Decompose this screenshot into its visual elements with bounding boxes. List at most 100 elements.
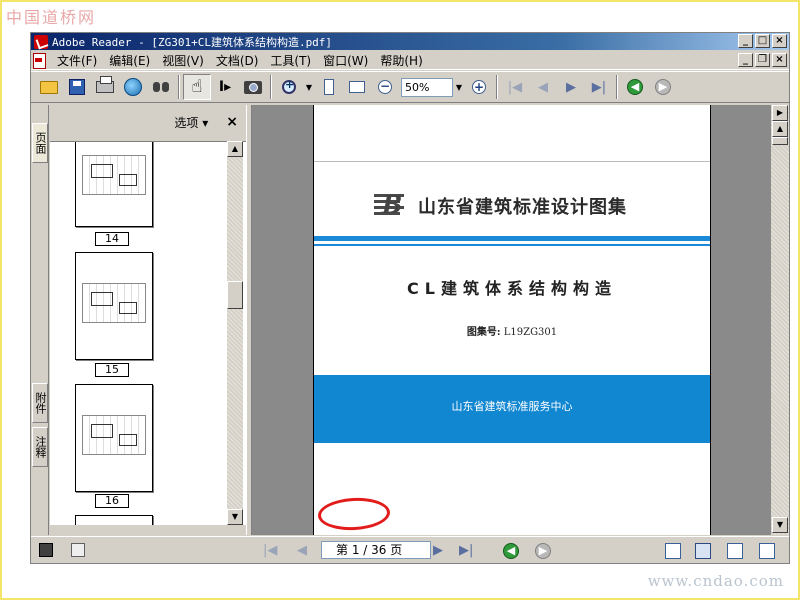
continuous-page-icon[interactable] — [695, 543, 711, 559]
adobe-reader-icon — [34, 34, 48, 49]
document-properties-icon[interactable] — [71, 543, 85, 557]
page-thumbnail[interactable] — [75, 252, 153, 360]
menu-help[interactable]: 帮助(H) — [374, 52, 428, 69]
zoom-in-tool-button[interactable] — [275, 74, 303, 100]
pages-panel: 选项 ▾ × 14 15 16 ▲ ▼ — [50, 105, 246, 535]
zoom-out-button[interactable]: − — [371, 74, 399, 100]
status-bar: |◀ ◀ 第 1 / 36 页 ▶ ▶| ◀ ▶ — [31, 536, 789, 563]
tab-attachments[interactable]: 附件 — [32, 383, 48, 423]
first-page-button[interactable]: |◀ — [501, 74, 529, 100]
toolbar-separator — [616, 75, 618, 99]
doc-close-button[interactable]: × — [772, 53, 787, 67]
chevron-down-icon: ▾ — [202, 115, 209, 130]
atlas-number-line: 图集号: L19ZG301 — [314, 323, 710, 338]
email-button[interactable] — [119, 74, 147, 100]
minus-icon: − — [378, 79, 392, 94]
facing-pages-icon[interactable] — [759, 543, 775, 559]
floppy-disk-icon — [69, 79, 85, 95]
continuous-facing-icon[interactable] — [727, 543, 743, 559]
watermark-bottom: www.cndao.com — [647, 572, 784, 590]
chevron-down-icon[interactable]: ▼ — [303, 83, 315, 92]
scroll-thumb[interactable] — [772, 137, 788, 145]
hand-tool-button[interactable]: ☝ — [183, 74, 211, 100]
page-thumbnails-list: 14 15 16 — [50, 141, 246, 525]
print-button[interactable] — [91, 74, 119, 100]
chevron-down-icon[interactable]: ▼ — [453, 83, 465, 92]
close-window-button[interactable]: × — [772, 34, 787, 48]
toolbar: ☝ I▸ ▼ − 50% ▼ + |◀ ◀ ▶ ▶| ◀ ▶ — [31, 71, 789, 103]
tab-comments[interactable]: 注释 — [32, 427, 48, 467]
last-page-icon: ▶| — [591, 79, 607, 95]
fit-page-button[interactable] — [315, 74, 343, 100]
organization-name: 山东省建筑标准设计图集 — [418, 197, 627, 218]
menu-document[interactable]: 文档(D) — [210, 52, 265, 69]
find-button[interactable] — [147, 74, 175, 100]
open-button[interactable] — [35, 74, 63, 100]
adobe-reader-window: Adobe Reader - [ZG301+CL建筑体系结构构造.pdf] _ … — [30, 32, 790, 564]
scroll-right-arrow-button[interactable]: ▶ — [772, 105, 788, 121]
back-arrow-icon: ◀ — [627, 79, 643, 95]
blue-rule-thin — [314, 244, 710, 246]
binoculars-icon — [152, 80, 170, 94]
hand-icon: ☝ — [191, 76, 203, 97]
page-thumbnail-label: 15 — [95, 363, 129, 377]
forward-arrow-icon[interactable]: ▶ — [535, 543, 551, 559]
scroll-down-button[interactable]: ▼ — [227, 509, 243, 525]
menu-view[interactable]: 视图(V) — [156, 52, 210, 69]
page-thumbnail[interactable] — [75, 142, 153, 227]
fit-width-icon — [349, 81, 365, 93]
pages-panel-header: 选项 ▾ × — [50, 105, 246, 139]
document-scrollbar[interactable]: ▶ ▲ ▼ — [771, 105, 789, 535]
scroll-up-button[interactable]: ▲ — [227, 141, 243, 157]
folder-open-icon — [40, 80, 58, 94]
zoom-in-button[interactable]: + — [465, 74, 493, 100]
options-menu-button[interactable]: 选项 ▾ — [174, 114, 208, 131]
back-arrow-icon[interactable]: ◀ — [503, 543, 519, 559]
menu-edit[interactable]: 编辑(E) — [103, 52, 156, 69]
page-thumbnail-label: 16 — [95, 494, 129, 508]
previous-page-icon[interactable]: ◀ — [297, 543, 307, 558]
plus-icon: + — [472, 80, 486, 94]
menu-file[interactable]: 文件(F) — [51, 52, 103, 69]
tab-pages[interactable]: 页面 — [32, 123, 48, 163]
snapshot-button[interactable] — [239, 74, 267, 100]
go-forward-button[interactable]: ▶ — [649, 74, 677, 100]
page-thumbnail[interactable] — [75, 384, 153, 492]
magnifier-icon — [282, 78, 296, 94]
menu-window[interactable]: 窗口(W) — [317, 52, 374, 69]
document-view[interactable]: B 山东省建筑标准设计图集 CL建筑体系结构构造 图集号: L19ZG301 山… — [252, 105, 771, 535]
zoom-level-input[interactable]: 50% — [401, 77, 453, 97]
previous-page-button[interactable]: ◀ — [529, 74, 557, 100]
single-page-icon[interactable] — [665, 543, 681, 559]
scroll-down-button[interactable]: ▼ — [772, 517, 788, 533]
scroll-thumb[interactable] — [227, 281, 243, 309]
thumbnails-scrollbar[interactable]: ▲ ▼ — [227, 141, 243, 525]
maximize-button[interactable]: □ — [755, 34, 770, 48]
minimize-button[interactable]: _ — [738, 34, 753, 48]
globe-mail-icon — [124, 78, 142, 96]
page-thumbnail[interactable] — [75, 515, 153, 525]
fit-page-icon — [324, 79, 334, 95]
previous-page-icon: ◀ — [538, 79, 548, 95]
last-page-button[interactable]: ▶| — [585, 74, 613, 100]
next-page-button[interactable]: ▶ — [557, 74, 585, 100]
save-button[interactable] — [63, 74, 91, 100]
page-number-field[interactable]: 第 1 / 36 页 — [321, 541, 431, 559]
scroll-up-button[interactable]: ▲ — [772, 121, 788, 137]
go-back-button[interactable]: ◀ — [621, 74, 649, 100]
atlas-number: L19ZG301 — [503, 327, 558, 338]
options-label: 选项 — [174, 115, 199, 130]
camera-icon — [244, 80, 262, 94]
outer-frame: 中国道桥网 Adobe Reader - [ZG301+CL建筑体系结构构造.p… — [0, 0, 800, 600]
pdf-document-icon[interactable] — [31, 53, 47, 69]
page-icon[interactable] — [39, 543, 53, 557]
doc-restore-button[interactable]: ❐ — [755, 53, 770, 67]
close-panel-button[interactable]: × — [226, 114, 238, 130]
fit-width-button[interactable] — [343, 74, 371, 100]
menu-tools[interactable]: 工具(T) — [264, 52, 317, 69]
first-page-icon[interactable]: |◀ — [263, 543, 277, 558]
doc-minimize-button[interactable]: _ — [738, 53, 753, 67]
next-page-icon[interactable]: ▶ — [433, 543, 443, 558]
last-page-icon[interactable]: ▶| — [459, 543, 473, 558]
select-text-button[interactable]: I▸ — [211, 74, 239, 100]
